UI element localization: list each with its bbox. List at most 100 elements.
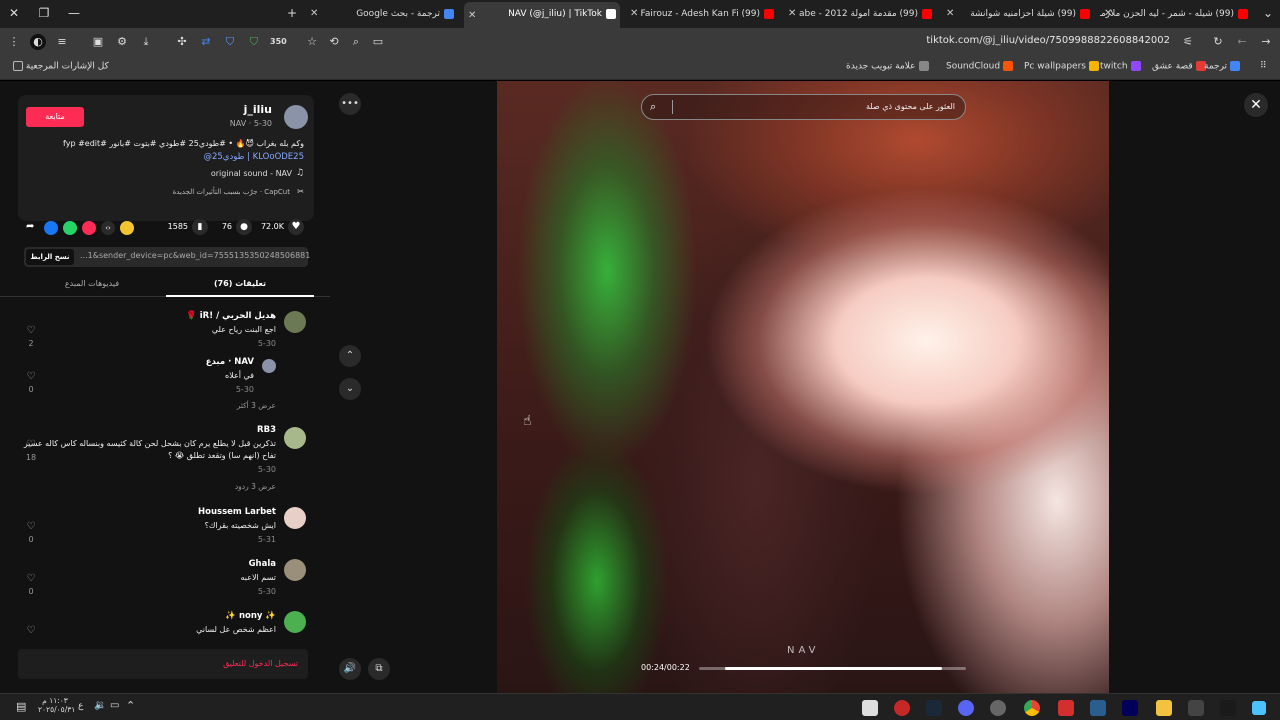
progress-bar[interactable] <box>699 667 966 670</box>
bookmark-translate[interactable]: ترجمة <box>1204 61 1241 72</box>
app-icon-2[interactable] <box>894 700 910 716</box>
close-tab-icon[interactable]: ✕ <box>1104 4 1112 24</box>
like-heart-icon[interactable]: ♡ <box>24 573 38 584</box>
tab-6[interactable]: ترجمة - بحث Google ✕ <box>306 4 458 24</box>
start-icon[interactable] <box>1252 701 1266 715</box>
bookmark-wallpapers[interactable]: Pc wallpapers <box>1024 61 1099 72</box>
video-player[interactable]: ⌕ العثور على محتوى ذي صلة NAV 00:24/00:2… <box>497 81 1109 693</box>
tab-3[interactable]: (99) مقدمة امولة 2012 - abe ✕ <box>784 4 936 24</box>
sound-link[interactable]: original sound - NAV <box>211 169 292 178</box>
video-link[interactable]: ...1&sender_device=pc&web_id=75551353502… <box>80 251 310 260</box>
chrome-icon[interactable] <box>1024 700 1040 716</box>
login-to-comment-bar[interactable]: تسجيل الدخول للتعليق <box>18 649 308 679</box>
like-heart-icon[interactable]: ♡ <box>24 439 38 450</box>
reply-name[interactable]: NAV · مبدع <box>206 357 254 367</box>
login-link[interactable]: تسجيل الدخول للتعليق <box>223 659 298 668</box>
app-icon-5[interactable] <box>990 700 1006 716</box>
sidebar-icon[interactable]: ▣ <box>90 34 106 50</box>
pip-icon[interactable]: ⧉ <box>368 658 390 680</box>
tab-4[interactable]: (99) Fairouz - Adesh Kan Fi ✕ <box>626 4 778 24</box>
close-tab-icon[interactable]: ✕ <box>468 4 476 28</box>
cast-icon[interactable]: ▭ <box>370 34 386 50</box>
more-share-icon[interactable] <box>120 221 134 235</box>
file-explorer-icon[interactable] <box>1156 700 1172 716</box>
zoom-icon[interactable]: ⌕ <box>348 34 364 50</box>
commenter-name[interactable]: Ghala <box>249 559 276 569</box>
like-heart-icon[interactable]: ♡ <box>24 521 38 532</box>
menu-icon[interactable]: ⋮ <box>6 34 22 50</box>
commenter-name[interactable]: Houssem Larbet <box>198 507 276 517</box>
embed-icon[interactable]: ‹› <box>101 221 115 235</box>
previous-video-icon[interactable]: ⌃ <box>339 345 361 367</box>
network-icon[interactable]: ▭ <box>110 700 119 711</box>
volume-icon[interactable]: 🔊 <box>339 658 361 680</box>
related-search-input[interactable]: ⌕ العثور على محتوى ذي صلة <box>641 94 966 120</box>
bookmark-new-tab[interactable]: علامة تبويب جديدة <box>846 61 929 72</box>
whatsapp-icon[interactable] <box>63 221 77 235</box>
volume-tray-icon[interactable]: 🔉 <box>94 700 106 711</box>
restore-window-icon[interactable]: ❐ <box>34 4 54 22</box>
comment-icon[interactable]: ● <box>236 219 252 235</box>
capcut-link[interactable]: CapCut · جرّب بسبب التأثيرات الجديدة <box>173 188 290 196</box>
app-icon-12[interactable] <box>1220 700 1236 716</box>
tab-2[interactable]: (99) شيلة احزامنيه شوانشة ✕ <box>942 4 1094 24</box>
send-icon[interactable] <box>82 221 96 235</box>
minimize-window-icon[interactable]: — <box>64 4 84 22</box>
next-video-icon[interactable]: ⌄ <box>339 378 361 400</box>
sort-icon[interactable]: ≡ <box>54 34 70 50</box>
commenter-avatar[interactable] <box>284 427 306 449</box>
adblock-icon[interactable]: ⛉ <box>246 34 262 50</box>
share-icon[interactable]: ⟲ <box>326 34 342 50</box>
bookmark-twitch[interactable]: twitch <box>1100 61 1141 72</box>
close-window-icon[interactable]: ✕ <box>4 4 24 22</box>
translate-icon[interactable]: ⇄ <box>198 34 214 50</box>
commenter-name[interactable]: ✨ nony ✨ <box>225 611 276 621</box>
like-heart-icon[interactable]: ♡ <box>24 371 38 382</box>
profile-avatar[interactable]: ◐ <box>30 34 46 50</box>
notifications-icon[interactable]: ▤ <box>16 700 26 713</box>
heart-icon[interactable]: ♥ <box>288 219 304 235</box>
bookmark-story[interactable]: قصة عشق <box>1152 61 1206 72</box>
app-icon-1[interactable] <box>862 700 878 716</box>
store-icon[interactable] <box>1188 700 1204 716</box>
like-heart-icon[interactable]: ♡ <box>24 325 38 336</box>
app-icon-7[interactable] <box>1058 700 1074 716</box>
site-settings-icon[interactable]: ⚟ <box>1180 34 1196 50</box>
bookmark-star-icon[interactable]: ☆ <box>304 34 320 50</box>
new-tab-button[interactable]: + <box>282 4 302 22</box>
reload-icon[interactable]: ↻ <box>1210 34 1226 50</box>
close-tab-icon[interactable]: ✕ <box>630 4 638 24</box>
extension-badge[interactable]: 350 <box>270 34 287 50</box>
commenter-avatar[interactable] <box>284 507 306 529</box>
copy-link-button[interactable]: نسخ الرابط <box>26 249 74 265</box>
view-more-replies[interactable]: عرض 3 أكثر <box>237 401 276 410</box>
back-icon[interactable]: → <box>1258 34 1274 50</box>
shield-icon[interactable]: ⛉ <box>222 34 238 50</box>
close-tab-icon[interactable]: ✕ <box>788 4 796 24</box>
all-bookmarks[interactable]: كل الإشارات المرجعية <box>10 61 109 72</box>
after-effects-icon[interactable] <box>1122 700 1138 716</box>
commenter-avatar[interactable] <box>284 611 306 633</box>
tab-1[interactable]: (99) شيله - شمر - ليه الحزن ملازمني ✕ <box>1100 4 1252 24</box>
extension-icon[interactable]: ⚙ <box>114 34 130 50</box>
commenter-avatar[interactable] <box>284 559 306 581</box>
creator-avatar[interactable] <box>262 359 276 373</box>
commenter-name[interactable]: هديل الحربي / !iR 🌹 <box>186 311 276 321</box>
steam-icon[interactable] <box>926 700 942 716</box>
discord-icon[interactable] <box>958 700 974 716</box>
follow-button[interactable]: متابعة <box>26 107 84 127</box>
tab-comments[interactable]: (76) تعليقات <box>166 271 314 297</box>
clock[interactable]: ١١:٠٣ م ٢٠٢٥/٠٥/٣١ <box>38 696 75 714</box>
caption-hashtags[interactable]: KLOoODE25 | طودي25@ <box>203 152 304 162</box>
address-bar[interactable]: tiktok.com/@j_iliu/video/750998882260884… <box>926 35 1170 46</box>
like-heart-icon[interactable]: ♡ <box>24 625 38 636</box>
creator-avatar[interactable] <box>284 105 308 129</box>
show-hidden-icons[interactable]: ⌃ <box>126 699 135 712</box>
forward-icon[interactable]: ← <box>1234 34 1250 50</box>
commenter-name[interactable]: RB3 <box>257 425 276 435</box>
commenter-avatar[interactable] <box>284 311 306 333</box>
puzzle-icon[interactable]: ✣ <box>174 34 190 50</box>
download-icon[interactable]: ⤓ <box>138 34 154 50</box>
close-icon[interactable]: ✕ <box>1244 93 1268 117</box>
apps-icon[interactable]: ⠿ <box>1260 61 1267 71</box>
